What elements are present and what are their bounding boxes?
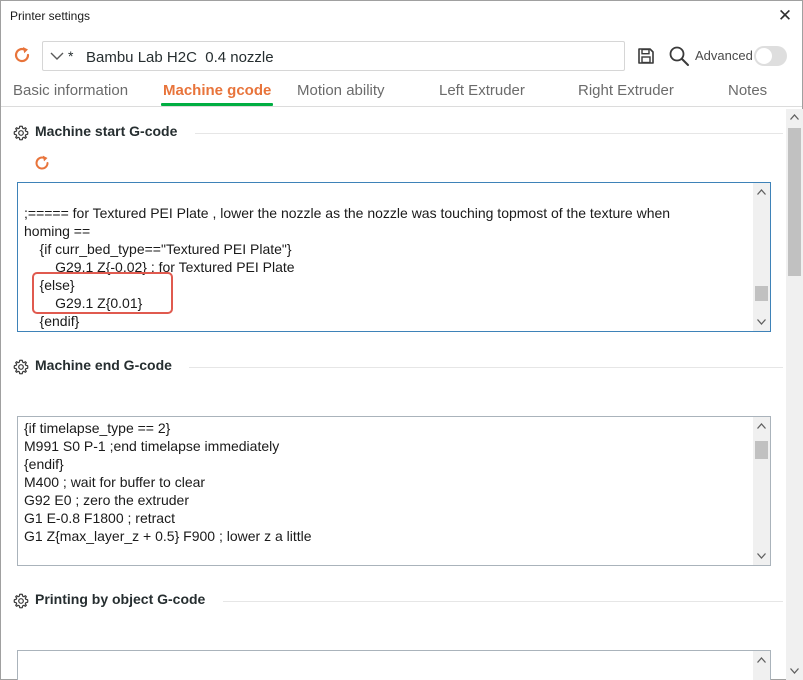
toggle-knob	[756, 48, 772, 64]
code-line: {else}	[24, 277, 75, 293]
close-icon[interactable]: ✕	[773, 4, 797, 28]
section-title: Machine end G-code	[35, 357, 172, 373]
section-header-object-gcode: Printing by object G-code	[13, 591, 783, 611]
scroll-up-arrow-icon[interactable]	[757, 423, 766, 429]
scroll-up-arrow-icon[interactable]	[757, 657, 766, 663]
gear-icon	[13, 125, 29, 141]
settings-content: Machine start G-code ;===== for Textured…	[1, 109, 786, 680]
section-title: Machine start G-code	[35, 123, 178, 139]
chevron-down-icon	[50, 52, 64, 60]
tab-left-extruder[interactable]: Left Extruder	[439, 82, 525, 99]
scroll-down-arrow-icon[interactable]	[757, 553, 766, 559]
editor-scrollbar[interactable]	[753, 183, 770, 331]
section-header-end-gcode: Machine end G-code	[13, 357, 783, 377]
code-line: {endif}	[24, 313, 80, 329]
reset-icon[interactable]	[12, 45, 32, 65]
printer-settings-window: Printer settings ✕ * Bambu Lab H2C 0.4 n…	[0, 0, 803, 680]
preset-name: Bambu Lab H2C 0.4 nozzle	[86, 49, 274, 66]
code-line: G29.1 Z{-0.02} ; for Textured PEI Plate	[24, 259, 295, 275]
editor-scroll-thumb[interactable]	[755, 441, 768, 459]
page-scroll-thumb[interactable]	[788, 128, 801, 276]
tab-notes[interactable]: Notes	[728, 82, 767, 99]
tab-right-extruder[interactable]: Right Extruder	[578, 82, 674, 99]
window-title: Printer settings	[10, 9, 91, 23]
tab-machine-gcode[interactable]: Machine gcode	[163, 82, 271, 99]
scroll-up-arrow-icon[interactable]	[790, 114, 799, 120]
title-bar: Printer settings ✕	[1, 1, 802, 31]
object-gcode-editor[interactable]	[17, 650, 771, 680]
tab-motion-ability[interactable]: Motion ability	[297, 82, 385, 99]
scroll-up-arrow-icon[interactable]	[757, 189, 766, 195]
code-line: G92 E0 ; zero the extruder	[24, 492, 189, 508]
end-gcode-editor[interactable]: {if timelapse_type == 2} M991 S0 P-1 ;en…	[17, 416, 771, 566]
advanced-toggle[interactable]	[754, 46, 787, 66]
gear-icon	[13, 359, 29, 375]
editor-scrollbar[interactable]	[753, 417, 770, 565]
gear-icon	[13, 593, 29, 609]
section-title: Printing by object G-code	[35, 591, 206, 607]
reset-icon[interactable]	[32, 153, 52, 173]
code-line: G1 E-0.8 F1800 ; retract	[24, 510, 175, 526]
section-divider	[223, 601, 783, 602]
preset-toolbar: * Bambu Lab H2C 0.4 nozzle Advanced	[1, 39, 802, 73]
scroll-down-arrow-icon[interactable]	[757, 319, 766, 325]
editor-scrollbar[interactable]	[753, 651, 770, 680]
preset-selector[interactable]: * Bambu Lab H2C 0.4 nozzle	[42, 41, 625, 71]
section-header-start-gcode: Machine start G-code	[13, 123, 783, 143]
code-line: M400 ; wait for buffer to clear	[24, 474, 206, 490]
active-tab-indicator	[161, 103, 273, 106]
code-line: {if timelapse_type == 2}	[24, 420, 171, 436]
code-line: ;===== for Textured PEI Plate , lower th…	[24, 205, 671, 221]
code-line: {endif}	[24, 456, 64, 472]
code-line: G29.1 Z{0.01}	[24, 295, 143, 311]
modified-marker: *	[68, 48, 74, 64]
scroll-down-arrow-icon[interactable]	[790, 668, 799, 674]
section-divider	[189, 367, 783, 368]
editor-scroll-thumb[interactable]	[755, 286, 768, 301]
code-line: homing ==	[24, 223, 91, 239]
save-icon[interactable]	[637, 47, 655, 65]
advanced-label: Advanced	[695, 48, 753, 63]
search-icon[interactable]	[668, 45, 690, 67]
code-line: G1 Z{max_layer_z + 0.5} F900 ; lower z a…	[24, 528, 312, 544]
code-line: M991 S0 P-1 ;end timelapse immediately	[24, 438, 280, 454]
code-line: {if curr_bed_type=="Textured PEI Plate"}	[24, 241, 292, 257]
page-scrollbar[interactable]	[786, 109, 803, 680]
start-gcode-editor[interactable]: ;===== for Textured PEI Plate , lower th…	[17, 182, 771, 332]
tab-basic-information[interactable]: Basic information	[13, 82, 128, 99]
settings-tabs: Basic information Machine gcode Motion a…	[1, 77, 802, 107]
section-divider	[195, 133, 783, 134]
